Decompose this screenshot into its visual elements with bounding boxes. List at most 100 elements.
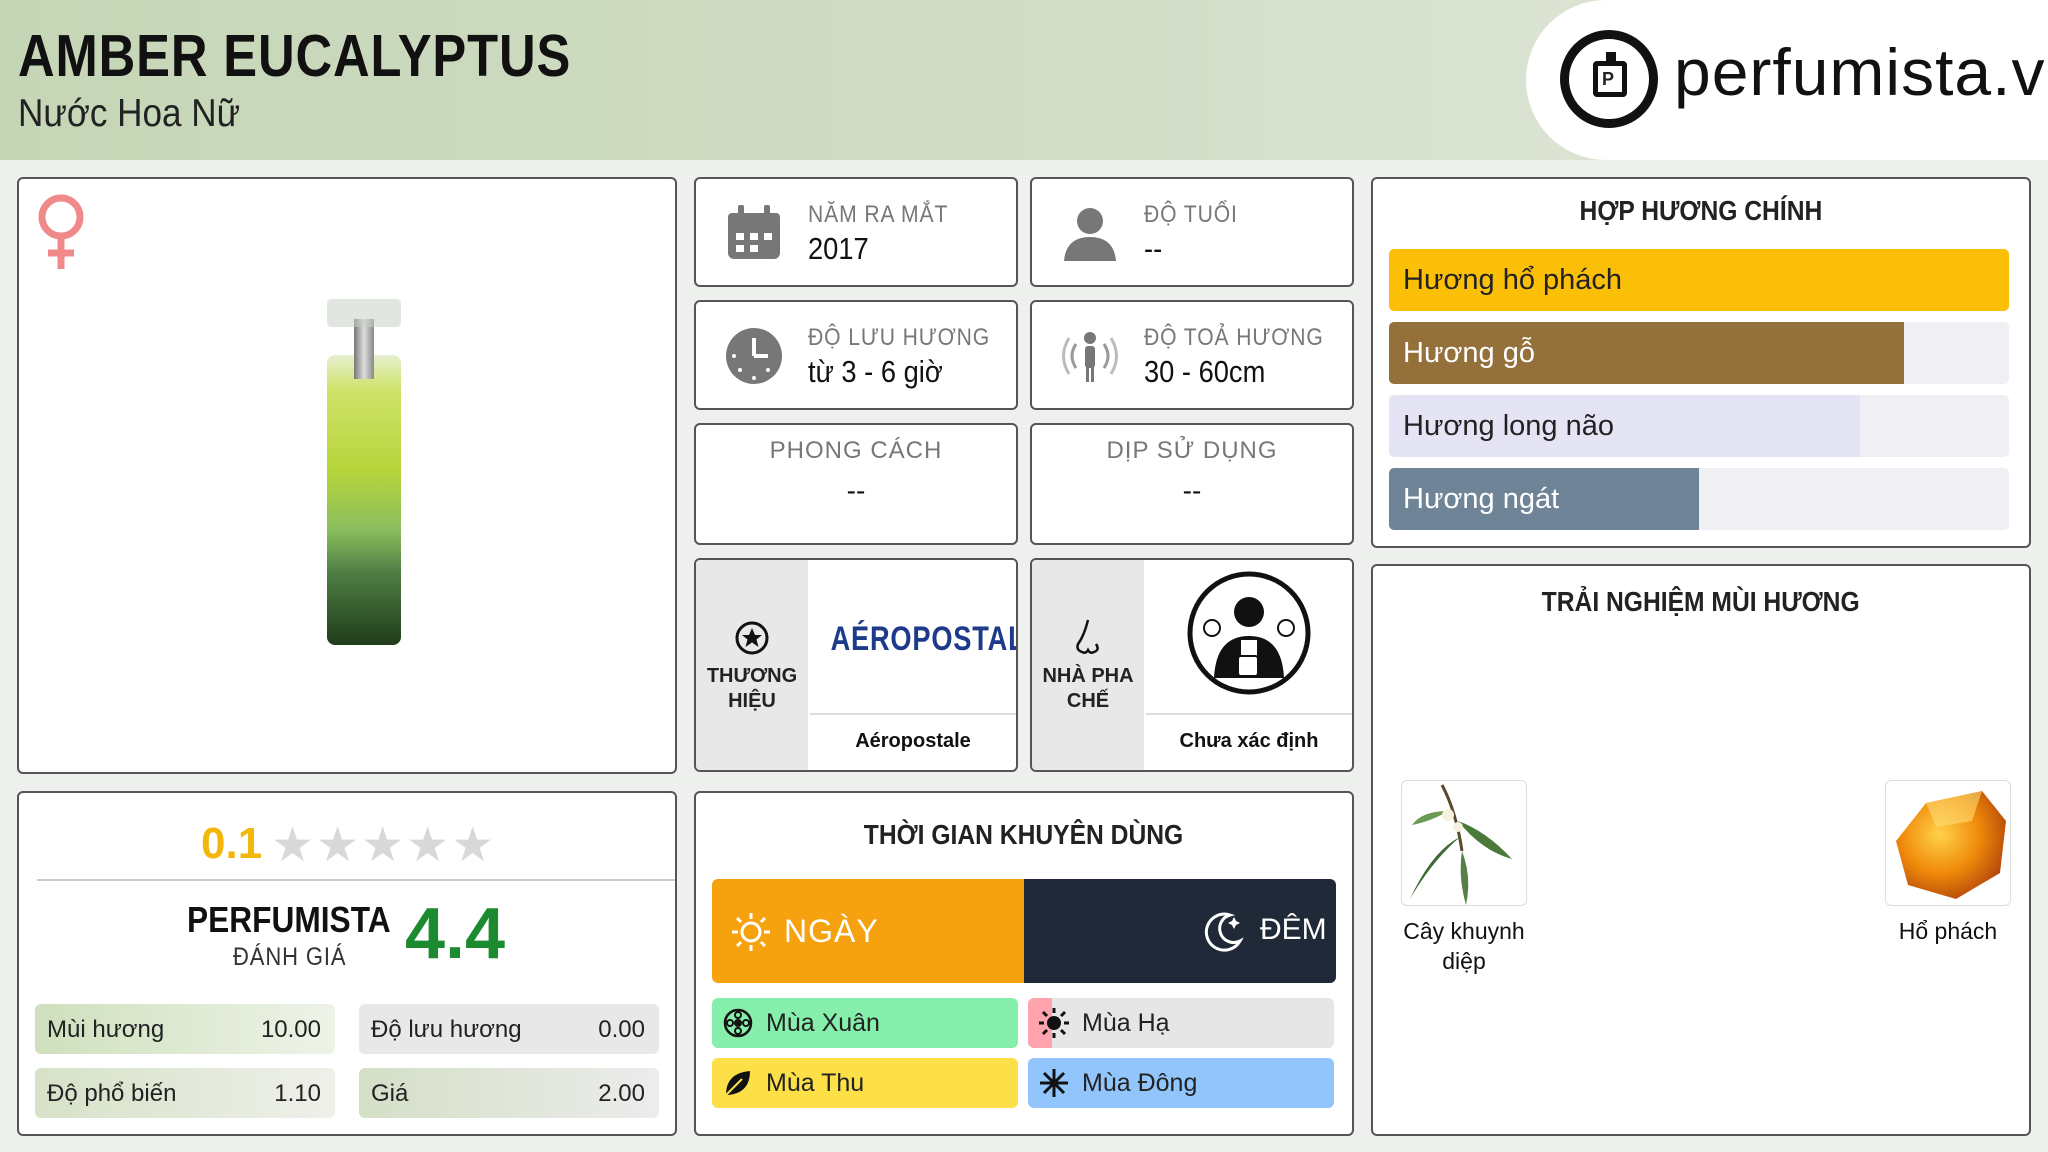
recommended-time-card: THỜI GIAN KHUYÊN DÙNG NGÀY ĐÊM Mùa Xuân … xyxy=(694,791,1354,1136)
star-badge-icon xyxy=(735,621,769,655)
header: AMBER EUCALYPTUS Nước Hoa Nữ P perfumist… xyxy=(0,0,2048,160)
perfume-subtitle: Nước Hoa Nữ xyxy=(18,92,241,135)
night-label: ĐÊM xyxy=(1260,913,1327,946)
perfumer-side-panel: NHÀ PHA CHẾ xyxy=(1032,560,1144,770)
note-image-eucalyptus[interactable] xyxy=(1401,780,1527,906)
sillage-radiating-person-icon xyxy=(1062,332,1118,382)
snowflake-icon xyxy=(1040,1069,1068,1097)
eucalyptus-leaf-icon xyxy=(1410,784,1512,905)
rating-star-icon[interactable]: ★ xyxy=(271,819,316,872)
style-value: -- xyxy=(846,475,866,506)
age-card: ĐỘ TUỔI -- xyxy=(1030,177,1354,287)
day-segment: NGÀY xyxy=(712,879,1024,983)
day-night-bar: NGÀY ĐÊM xyxy=(712,879,1336,983)
site-logo[interactable]: P perfumista.vn xyxy=(1526,0,2048,160)
longevity-card: ĐỘ LƯU HƯƠNG từ 3 - 6 giờ xyxy=(694,300,1018,410)
perfumer-label: NHÀ PHA CHẾ xyxy=(1042,665,1134,712)
metric-label: Mùi hương xyxy=(47,1016,165,1043)
launch-year-card: NĂM RA MẮT 2017 xyxy=(694,177,1018,287)
metric-value: 0.00 xyxy=(598,1016,645,1043)
accord-label: Hương gỗ xyxy=(1403,337,1535,369)
brand-label: THƯƠNG HIỆU xyxy=(706,665,798,712)
perfumista-label: PERFUMISTA xyxy=(187,899,391,940)
accord-bar: Hương gỗ xyxy=(1389,322,2009,384)
scent-experience-card: TRẢI NGHIỆM MÙI HƯƠNG Cây khuynh diệp Hổ … xyxy=(1371,564,2031,1136)
brand-card[interactable]: THƯƠNGHIỆU AÉROPOSTALE Aéropostale xyxy=(694,558,1018,772)
note-label-amber: Hổ phách xyxy=(1898,918,1998,944)
metric-scent: Mùi hương 10.00 xyxy=(35,1004,335,1054)
perfumer-name: Chưa xác định xyxy=(1179,730,1319,752)
longevity-value: từ 3 - 6 giờ xyxy=(808,354,943,389)
logo-mark: P xyxy=(1602,69,1615,89)
launch-year-label: NĂM RA MẮT xyxy=(808,201,949,228)
accord-label: Hương hổ phách xyxy=(1403,264,1623,296)
perfume-bottle-image xyxy=(309,299,449,649)
person-icon xyxy=(1064,208,1116,261)
flower-icon xyxy=(723,1008,753,1038)
season-autumn: Mùa Thu xyxy=(712,1058,1018,1108)
main-accords-card: HỢP HƯƠNG CHÍNH Hương hổ phách Hương gỗ Hư… xyxy=(1371,177,2031,548)
occasion-card: DỊP SỬ DỤNG -- xyxy=(1030,423,1354,545)
season-label: Mùa Thu xyxy=(766,1069,865,1097)
sillage-card: ĐỘ TOẢ HƯƠNG 30 - 60cm xyxy=(1030,300,1354,410)
rating-card: 0.1 ★★★★★ PERFUMISTA ĐÁNH GIÁ 4.4 Mùi hư… xyxy=(17,791,677,1136)
style-label: PHONG CÁCH xyxy=(769,437,943,464)
accord-label: Hương long não xyxy=(1403,410,1614,442)
nose-icon xyxy=(1076,619,1099,654)
accord-bar: Hương ngát xyxy=(1389,468,2009,530)
metric-label: Độ phổ biến xyxy=(47,1080,177,1107)
rating-star-icon[interactable]: ★ xyxy=(451,819,496,872)
age-label: ĐỘ TUỔI xyxy=(1144,201,1238,228)
sillage-value: 30 - 60cm xyxy=(1144,354,1266,389)
day-label: NGÀY xyxy=(784,913,879,949)
metric-value: 2.00 xyxy=(598,1080,645,1107)
occasion-value: -- xyxy=(1182,475,1202,506)
product-image-card xyxy=(17,177,677,774)
perfume-bottle-logo-icon: P xyxy=(1560,30,1658,128)
accord-label: Hương ngát xyxy=(1403,483,1560,515)
accord-bar: Hương long não xyxy=(1389,395,2009,457)
brand-side-panel: THƯƠNG HIỆU xyxy=(696,560,808,770)
sun-icon xyxy=(732,913,770,951)
rating-star-icon[interactable]: ★ xyxy=(406,819,451,872)
rating-star-icon[interactable]: ★ xyxy=(361,819,406,872)
user-rating-stars[interactable]: ★★★★★ xyxy=(271,817,496,873)
launch-year-value: 2017 xyxy=(808,231,869,266)
night-segment: ĐÊM xyxy=(1024,879,1336,983)
accord-bar: Hương hổ phách xyxy=(1389,249,2009,311)
metric-label: Giá xyxy=(371,1080,409,1107)
perfume-title: AMBER EUCALYPTUS xyxy=(18,23,572,89)
sillage-label: ĐỘ TOẢ HƯƠNG xyxy=(1144,324,1324,351)
brand-logo-image: AÉROPOSTALE xyxy=(810,560,1016,715)
metric-longevity: Độ lưu hương 0.00 xyxy=(359,1004,659,1054)
season-spring: Mùa Xuân xyxy=(712,998,1018,1048)
metric-price: Giá 2.00 xyxy=(359,1068,659,1118)
perfumer-image xyxy=(1146,560,1352,715)
perfumista-score: 4.4 xyxy=(405,894,506,974)
calendar-icon xyxy=(728,205,780,259)
rating-star-icon[interactable]: ★ xyxy=(316,819,361,872)
metric-value: 10.00 xyxy=(260,1016,321,1043)
amber-stone-icon xyxy=(1896,791,2006,899)
leaf-icon xyxy=(725,1071,750,1096)
perfumer-avatar-icon xyxy=(1187,571,1311,695)
season-label: Mùa Đông xyxy=(1082,1069,1198,1097)
season-fill xyxy=(712,1058,1018,1108)
note-label-eucalyptus: Cây khuynh diệp xyxy=(1403,918,1525,974)
season-label: Mùa Xuân xyxy=(766,1009,880,1037)
age-value: -- xyxy=(1144,231,1163,266)
season-summer: Mùa Hạ xyxy=(1028,998,1334,1048)
occasion-label: DỊP SỬ DỤNG xyxy=(1106,437,1278,464)
note-image-amber[interactable] xyxy=(1885,780,2011,906)
brand-name: Aéropostale xyxy=(855,730,971,752)
season-label: Mùa Hạ xyxy=(1082,1009,1170,1037)
clock-icon xyxy=(726,328,782,384)
metric-value: 1.10 xyxy=(274,1080,321,1107)
scent-experience-title: TRẢI NGHIỆM MÙI HƯƠNG xyxy=(1542,586,1860,617)
metric-label: Độ lưu hương xyxy=(371,1016,522,1043)
sun-filled-icon xyxy=(1039,1008,1069,1038)
female-gender-icon xyxy=(38,194,84,269)
season-winter: Mùa Đông xyxy=(1028,1058,1334,1108)
main-accords-title: HỢP HƯƠNG CHÍNH xyxy=(1579,195,1823,226)
perfumer-card[interactable]: NHÀ PHA CHẾ Chưa xác định xyxy=(1030,558,1354,772)
